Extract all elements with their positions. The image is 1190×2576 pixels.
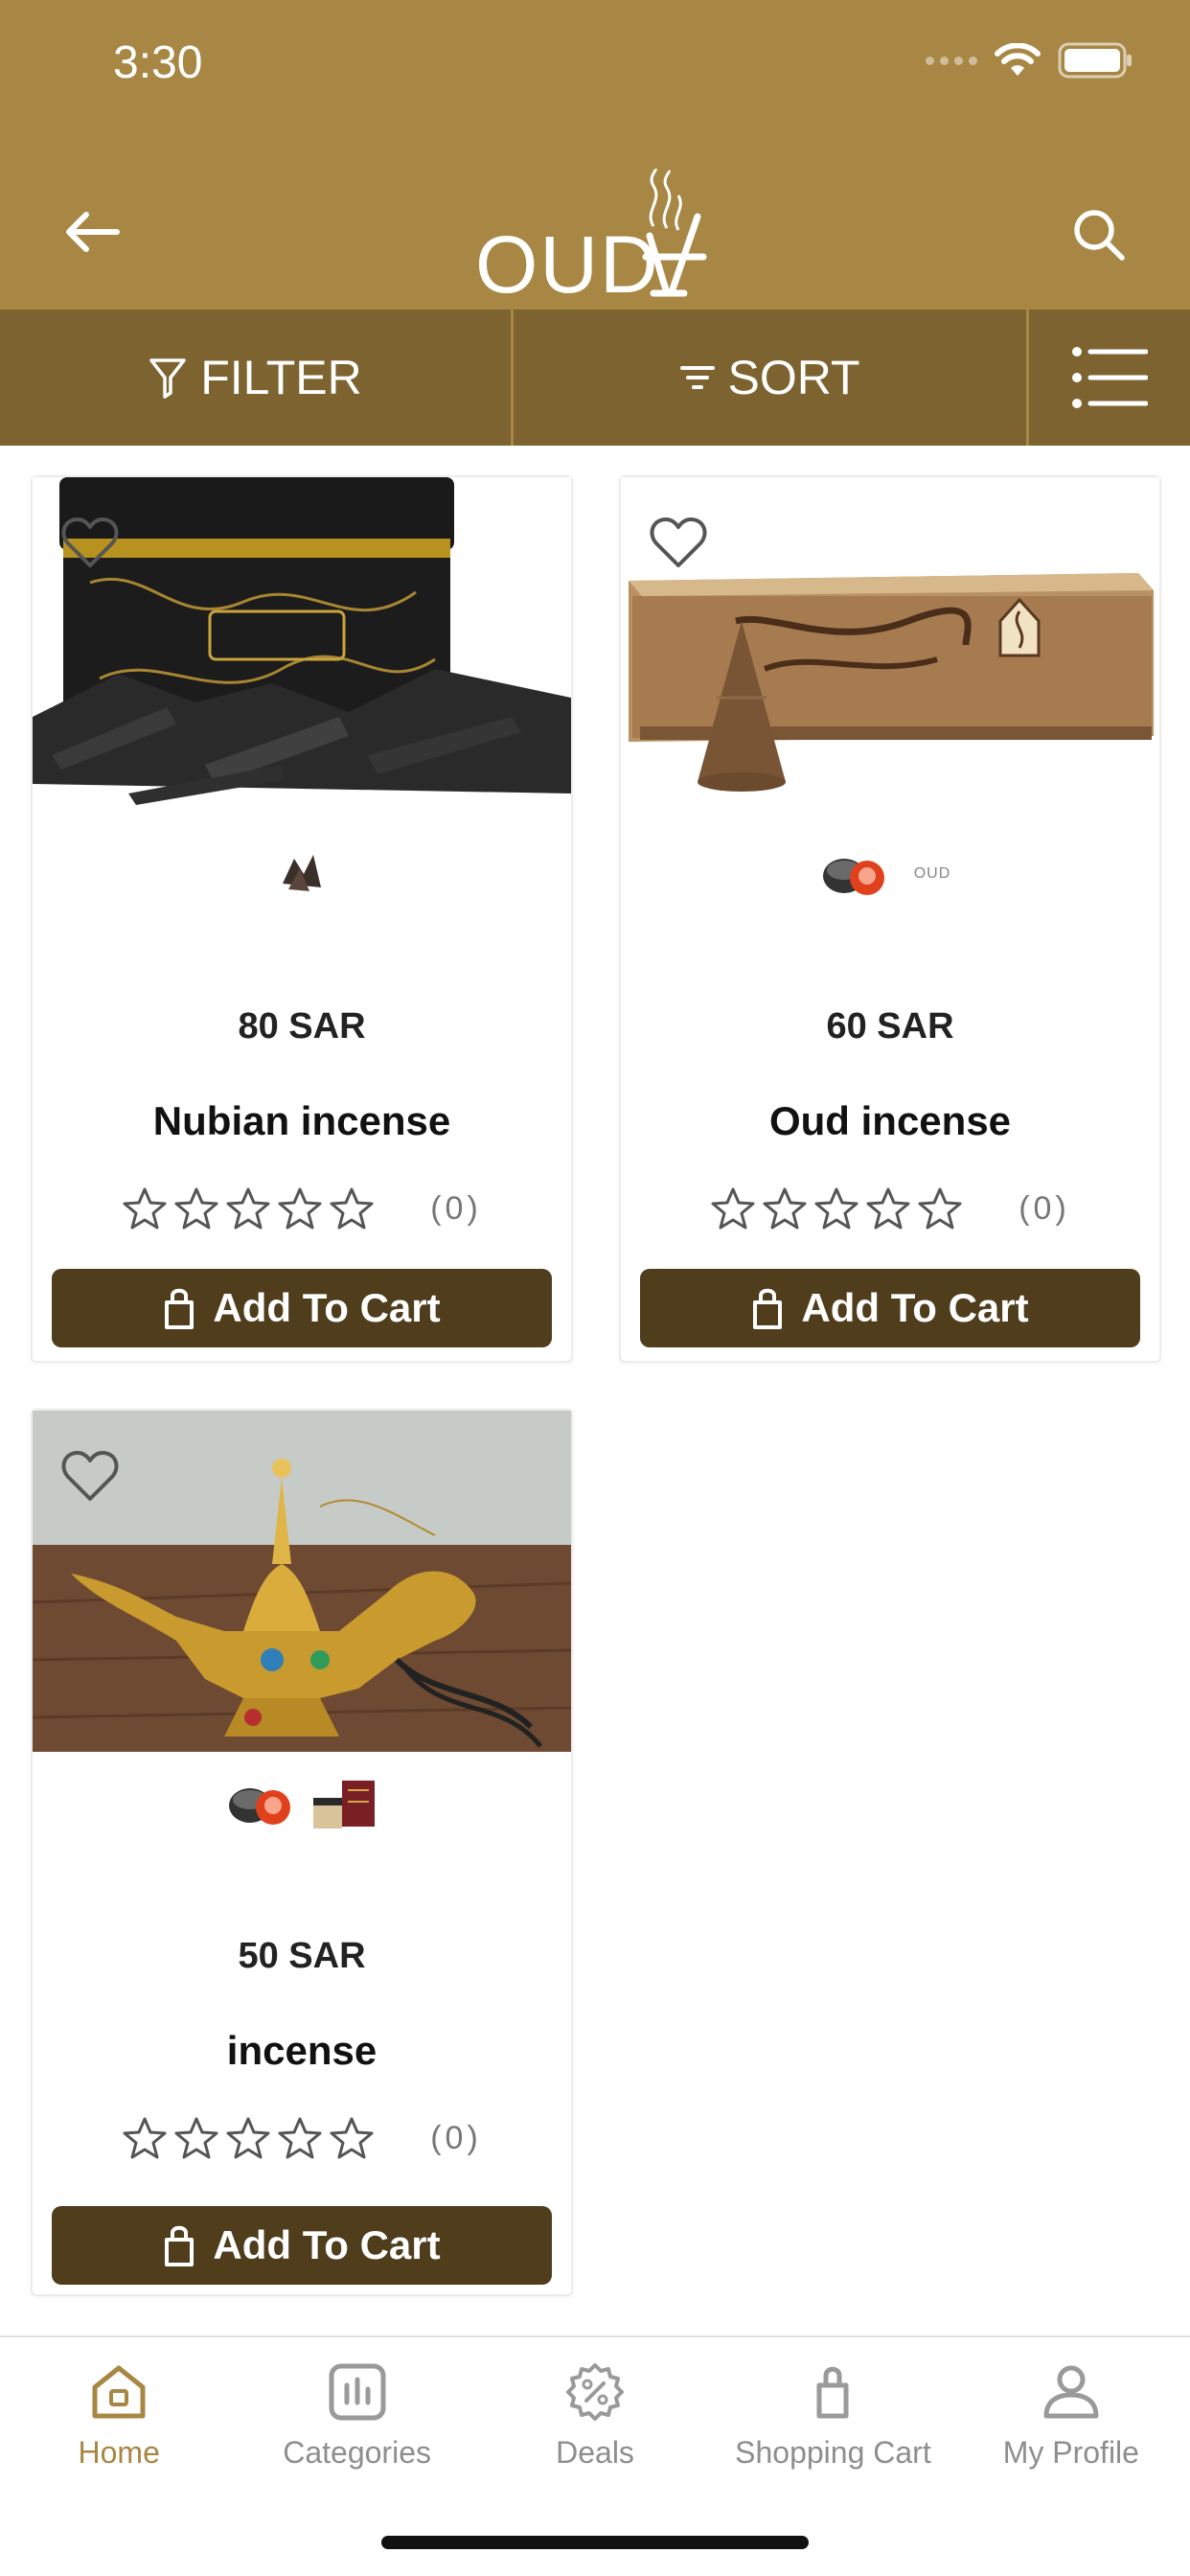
rating-count: (0) <box>430 2119 482 2156</box>
variant-thumbnails <box>33 845 571 899</box>
rating-stars <box>122 1186 375 1230</box>
star-icon <box>226 2117 270 2159</box>
variant-thumbnails: OUD <box>621 847 1159 901</box>
rating-stars <box>710 1186 963 1230</box>
rating-count: (0) <box>430 1189 482 1227</box>
star-icon <box>814 1187 858 1230</box>
product-card[interactable]: OUD 60 SAR Oud incense (0) Add To Cart <box>619 475 1161 1363</box>
filter-icon <box>149 358 186 399</box>
oud-logo: OUD <box>475 169 715 310</box>
view-toggle-button[interactable] <box>1029 310 1190 446</box>
product-name[interactable]: incense <box>33 2028 571 2074</box>
arrow-left-icon <box>66 212 120 252</box>
shopping-bag-icon <box>165 2225 195 2266</box>
categories-icon <box>329 2363 386 2421</box>
tab-my-profile-label: My Profile <box>1002 2435 1139 2470</box>
favorite-button[interactable] <box>650 516 707 569</box>
star-icon <box>174 1187 218 1230</box>
tab-shopping-cart-label: Shopping Cart <box>735 2435 931 2470</box>
status-icons <box>926 42 1133 79</box>
thumbnail-logo-text: OUD <box>913 865 951 882</box>
product-price: 60 SAR <box>826 1006 954 1046</box>
tab-deals-label: Deals <box>556 2435 634 2470</box>
rating-count: (0) <box>1018 1189 1070 1227</box>
star-icon <box>226 1187 270 1230</box>
star-icon <box>174 2117 218 2159</box>
signal-icon <box>926 56 977 65</box>
add-to-cart-label: Add To Cart <box>801 1285 1029 1330</box>
tab-home[interactable]: Home <box>0 2337 238 2500</box>
filter-sort-toolbar: FILTER SORT <box>0 310 1190 446</box>
sort-icon <box>679 366 715 389</box>
variant-thumbnails <box>33 1777 571 1830</box>
status-time: 3:30 <box>113 37 203 88</box>
add-to-cart-label: Add To Cart <box>213 2222 441 2267</box>
deals-icon <box>566 2363 625 2421</box>
search-icon <box>1074 210 1125 261</box>
favorite-button[interactable] <box>61 1449 119 1503</box>
shopping-bag-icon <box>816 2366 849 2419</box>
tab-my-profile[interactable]: My Profile <box>952 2337 1190 2500</box>
tab-home-label: Home <box>78 2435 160 2470</box>
variant-thumbnail[interactable]: OUD <box>904 847 961 901</box>
star-icon <box>330 2117 374 2159</box>
shopping-bag-icon <box>753 1288 783 1329</box>
star-icon <box>278 1187 322 1230</box>
add-to-cart-button[interactable]: Add To Cart <box>640 1269 1140 1347</box>
star-icon <box>123 2117 167 2159</box>
back-button[interactable] <box>61 201 123 263</box>
add-to-cart-button[interactable]: Add To Cart <box>52 1269 552 1347</box>
product-card[interactable]: 80 SAR Nubian incense (0) Add To Cart <box>31 475 573 1363</box>
product-price: 50 SAR <box>238 1936 366 1976</box>
product-rating: (0) <box>621 1186 1159 1230</box>
home-icon <box>92 2365 146 2419</box>
star-icon <box>278 2117 322 2159</box>
tab-categories-label: Categories <box>283 2435 431 2470</box>
variant-thumbnail[interactable] <box>275 845 329 899</box>
tab-deals[interactable]: Deals <box>476 2337 714 2500</box>
heart-icon <box>61 518 119 567</box>
search-button[interactable] <box>1065 201 1133 268</box>
star-icon <box>711 1187 755 1230</box>
product-rating: (0) <box>33 1186 571 1230</box>
app-header: 3:30 OUD <box>0 0 1190 310</box>
product-price: 80 SAR <box>238 1006 366 1046</box>
product-rating: (0) <box>33 2116 571 2160</box>
variant-thumbnail[interactable] <box>309 1777 378 1830</box>
tab-categories[interactable]: Categories <box>238 2337 475 2500</box>
heart-icon <box>61 1451 119 1501</box>
rating-stars <box>122 2116 375 2160</box>
battery-icon <box>1058 42 1132 79</box>
star-icon <box>123 1187 167 1230</box>
star-icon <box>330 1187 374 1230</box>
sort-button[interactable]: SORT <box>514 310 1029 446</box>
product-card[interactable]: 50 SAR incense (0) Add To Cart <box>31 1409 573 2296</box>
star-icon <box>763 1187 807 1230</box>
cart-smoke-logo-icon <box>642 169 707 297</box>
star-icon <box>866 1187 910 1230</box>
tab-shopping-cart[interactable]: Shopping Cart <box>714 2337 951 2500</box>
add-to-cart-label: Add To Cart <box>213 1285 441 1330</box>
home-indicator[interactable] <box>381 2536 809 2549</box>
product-name[interactable]: Oud incense <box>621 1098 1159 1144</box>
variant-thumbnail[interactable] <box>819 847 888 901</box>
filter-label: FILTER <box>200 351 362 404</box>
user-icon <box>1043 2365 1099 2419</box>
variant-thumbnail[interactable] <box>225 1777 294 1830</box>
wifi-icon <box>995 43 1041 76</box>
list-view-icon <box>1072 347 1148 408</box>
favorite-button[interactable] <box>61 516 119 569</box>
add-to-cart-button[interactable]: Add To Cart <box>52 2206 552 2285</box>
shopping-bag-icon <box>165 1288 195 1329</box>
sort-label: SORT <box>727 351 860 404</box>
product-name[interactable]: Nubian incense <box>33 1098 571 1144</box>
star-icon <box>918 1187 962 1230</box>
filter-button[interactable]: FILTER <box>0 310 514 446</box>
heart-icon <box>650 518 707 567</box>
